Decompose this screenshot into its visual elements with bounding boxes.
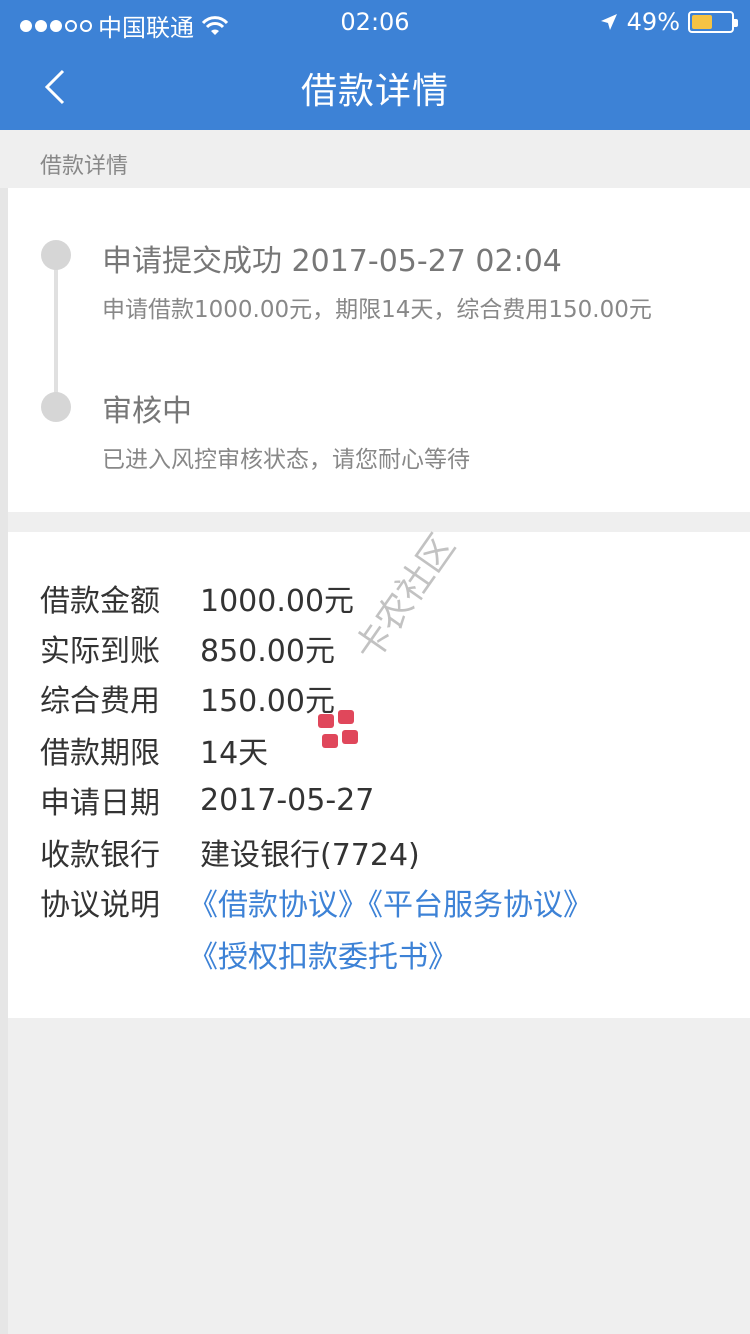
detail-label: 综合费用 (40, 684, 160, 719)
timeline-dot (41, 240, 71, 270)
detail-label: 申请日期 (40, 786, 160, 821)
detail-label: 协议说明 (40, 888, 160, 923)
agreement-links: 《借款协议》《平台服务协议》 (188, 880, 593, 924)
timeline-step-title: 申请提交成功 2017-05-27 02:04 (102, 244, 562, 279)
timeline-step-desc: 申请借款1000.00元，期限14天，综合费用150.00元 (102, 297, 652, 323)
left-edge-strip (0, 130, 8, 1334)
nav-bar: 借款详情 (0, 44, 750, 130)
location-arrow-icon (600, 14, 617, 30)
agreement-link-authorization[interactable]: 《授权扣款委托书》 (188, 932, 458, 976)
detail-row-agreements-cont: 《授权扣款委托书》 (188, 932, 458, 976)
loan-details-card: 借款金额 1000.00元 实际到账 850.00元 综合费用 150.00元 … (8, 532, 750, 1018)
status-right: 49% (599, 8, 738, 36)
detail-row-bank: 收款银行 建设银行(7724) (40, 832, 420, 873)
timeline-step-desc: 已进入风控审核状态，请您耐心等待 (102, 447, 470, 473)
detail-label: 收款银行 (40, 838, 160, 873)
timeline-step-title: 审核中 (102, 394, 192, 429)
detail-value: 850.00元 (200, 634, 335, 669)
page-title: 借款详情 (300, 71, 449, 112)
detail-row-date: 申请日期 2017-05-27 (40, 780, 375, 822)
timeline-card: 申请提交成功 2017-05-27 02:04 申请借款1000.00元，期限1… (8, 188, 750, 512)
detail-value: 150.00元 (200, 684, 335, 719)
timeline-dot (41, 392, 71, 422)
timeline-line (54, 254, 58, 404)
detail-value: 1000.00元 (200, 584, 355, 619)
empty-area (8, 1018, 750, 1334)
section-header: 借款详情 (0, 130, 750, 188)
detail-value: 14天 (200, 736, 269, 771)
status-bar: 中国联通 02:06 49% (0, 0, 750, 44)
agreement-link-loan[interactable]: 《借款协议》 (188, 888, 368, 923)
agreement-link-platform-service[interactable]: 《平台服务协议》 (368, 888, 593, 923)
detail-row-agreements: 协议说明 《借款协议》《平台服务协议》 (40, 880, 593, 924)
detail-row-received: 实际到账 850.00元 (40, 628, 335, 669)
top-bar: 中国联通 02:06 49% 借款详情 (0, 0, 750, 130)
detail-value: 建设银行(7724) (200, 838, 420, 873)
detail-label: 借款金额 (40, 584, 160, 619)
detail-row-fee: 综合费用 150.00元 (40, 678, 335, 719)
detail-label: 借款期限 (40, 736, 160, 771)
battery-icon (688, 11, 738, 33)
battery-percent: 49% (626, 8, 680, 36)
detail-row-term: 借款期限 14天 (40, 730, 269, 771)
detail-label: 实际到账 (40, 634, 160, 669)
detail-value: 2017-05-27 (200, 782, 375, 818)
detail-row-amount: 借款金额 1000.00元 (40, 578, 355, 619)
